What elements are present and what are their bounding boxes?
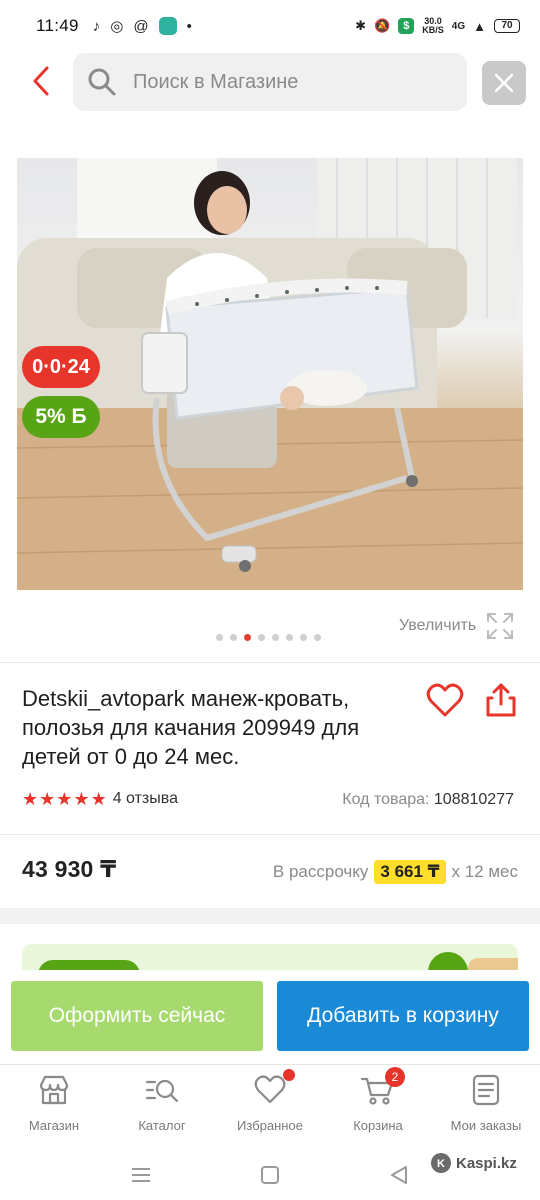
expand-icon — [487, 613, 514, 639]
installment-suffix: х 12 мес — [451, 862, 519, 881]
svg-text:K: K — [437, 1158, 445, 1170]
tiktok-icon: ♪ — [92, 17, 101, 35]
cart-icon: 2 — [360, 1067, 405, 1107]
close-icon — [494, 73, 514, 93]
nav-item-orders[interactable]: Мои заказы — [436, 1073, 536, 1133]
rating-stars: ★ ★ ★ ★ ★ — [22, 790, 107, 808]
gallery-dots — [216, 634, 321, 641]
back-triangle-icon — [391, 1166, 407, 1184]
divider — [0, 662, 540, 663]
gallery-dot[interactable] — [286, 634, 293, 641]
product-code-value: 108810277 — [433, 791, 514, 808]
installment-prefix: В рассрочку — [272, 862, 369, 881]
catalog-search-icon — [145, 1073, 179, 1107]
share-button[interactable] — [484, 682, 518, 718]
network-type: 4G — [451, 20, 466, 32]
instagram-icon: ◎ — [110, 17, 124, 35]
system-back-button[interactable] — [384, 1160, 414, 1190]
watermark: K Kaspi.kz — [430, 1152, 517, 1174]
action-bar: Оформить сейчас Добавить в корзину — [0, 970, 540, 1064]
gallery-dot[interactable] — [272, 634, 279, 641]
system-home-button[interactable] — [255, 1160, 285, 1190]
gallery-dot[interactable] — [216, 634, 223, 641]
star-icon: ★ — [90, 789, 107, 809]
rating-row[interactable]: ★ ★ ★ ★ ★ 4 отзыва — [22, 790, 178, 808]
order-now-button[interactable]: Оформить сейчас — [11, 981, 263, 1051]
share-icon — [486, 683, 516, 717]
mute-bell-icon: 🔕 — [374, 18, 391, 33]
search-icon — [88, 68, 116, 96]
section-gap — [0, 908, 540, 924]
gallery-dot[interactable] — [258, 634, 265, 641]
app-notification-icon — [158, 17, 177, 35]
menu-icon — [132, 1168, 150, 1182]
close-search-button[interactable] — [482, 61, 526, 105]
threads-icon: @ — [133, 17, 149, 35]
nav-item-store[interactable]: Магазин — [4, 1073, 104, 1133]
system-menu-button[interactable] — [126, 1160, 156, 1190]
search-input[interactable]: Поиск в Магазине — [73, 53, 467, 111]
more-dot-icon: • — [186, 17, 192, 35]
kaspi-logo-icon: K — [431, 1153, 451, 1173]
dollar-badge-icon: $ — [398, 18, 415, 34]
star-icon: ★ — [39, 789, 56, 809]
notification-icons: ♪ ◎ @ • — [93, 17, 192, 35]
orders-icon — [469, 1073, 503, 1107]
status-right: ✱ 🔕 $ 30.0 KB/S 4G ▲ 70 — [355, 17, 520, 35]
status-time: 11:49 — [36, 16, 79, 35]
gallery-dot[interactable] — [314, 634, 321, 641]
product-price: 43 930 ₸ — [22, 856, 117, 882]
nav-label-cart: Корзина — [353, 1118, 403, 1133]
product-code-label: Код товара: — [342, 791, 430, 808]
nav-label-orders: Мои заказы — [450, 1118, 522, 1133]
watermark-text: Kaspi.kz — [456, 1154, 517, 1172]
nav-item-favorites[interactable]: Избранное — [220, 1069, 320, 1133]
net-speed: 30.0 KB/S — [422, 17, 444, 35]
favorites-dot — [283, 1069, 295, 1081]
cart-count-badge: 2 — [385, 1067, 405, 1087]
nav-label-favorites: Избранное — [237, 1118, 303, 1133]
wifi-icon: ▲ — [473, 18, 486, 34]
product-title: Detskii_avtopark манеж-кровать, полозья … — [22, 686, 360, 769]
favorite-button[interactable] — [426, 683, 464, 719]
heart-icon — [253, 1069, 295, 1107]
search-placeholder: Поиск в Магазине — [133, 70, 299, 93]
installment-badge: 0·0·24 — [22, 346, 100, 388]
reviews-link[interactable]: 4 отзыва — [113, 790, 178, 808]
bottom-nav: Магазин Каталог Избранное 2 Корзина Мои … — [0, 1064, 540, 1150]
net-speed-unit: KB/S — [422, 25, 444, 35]
gallery-dot[interactable] — [300, 634, 307, 641]
battery-icon: 70 — [494, 19, 520, 33]
gallery-dot[interactable] — [230, 634, 237, 641]
star-icon: ★ — [22, 789, 39, 809]
zoom-button[interactable]: Увеличить — [399, 612, 514, 640]
back-button[interactable] — [26, 64, 56, 98]
zoom-label: Увеличить — [399, 617, 477, 634]
star-icon: ★ — [73, 789, 90, 809]
store-icon — [37, 1073, 71, 1107]
home-square-icon — [261, 1166, 279, 1184]
divider — [0, 834, 540, 835]
chevron-left-icon — [33, 66, 49, 96]
product-code: Код товара: 108810277 — [342, 791, 514, 809]
status-bar: 11:49 ♪ ◎ @ • ✱ 🔕 $ 30.0 KB/S 4G ▲ 70 — [0, 0, 540, 52]
search-header: Поиск в Магазине — [0, 52, 540, 112]
gallery-dot[interactable] — [244, 634, 251, 641]
heart-icon — [426, 683, 464, 717]
nav-label-store: Магазин — [28, 1118, 80, 1133]
bonus-badge: 5% Б — [22, 396, 100, 438]
bluetooth-icon: ✱ — [355, 18, 367, 33]
nav-item-cart[interactable]: 2 Корзина — [328, 1067, 428, 1133]
installment-info[interactable]: В рассрочку 3 661 ₸ х 12 мес — [273, 860, 518, 884]
add-to-cart-button[interactable]: Добавить в корзину — [277, 981, 529, 1051]
installment-amount: 3 661 ₸ — [374, 860, 446, 884]
nav-item-catalog[interactable]: Каталог — [112, 1073, 212, 1133]
nav-label-catalog: Каталог — [138, 1118, 186, 1133]
star-icon: ★ — [56, 789, 73, 809]
